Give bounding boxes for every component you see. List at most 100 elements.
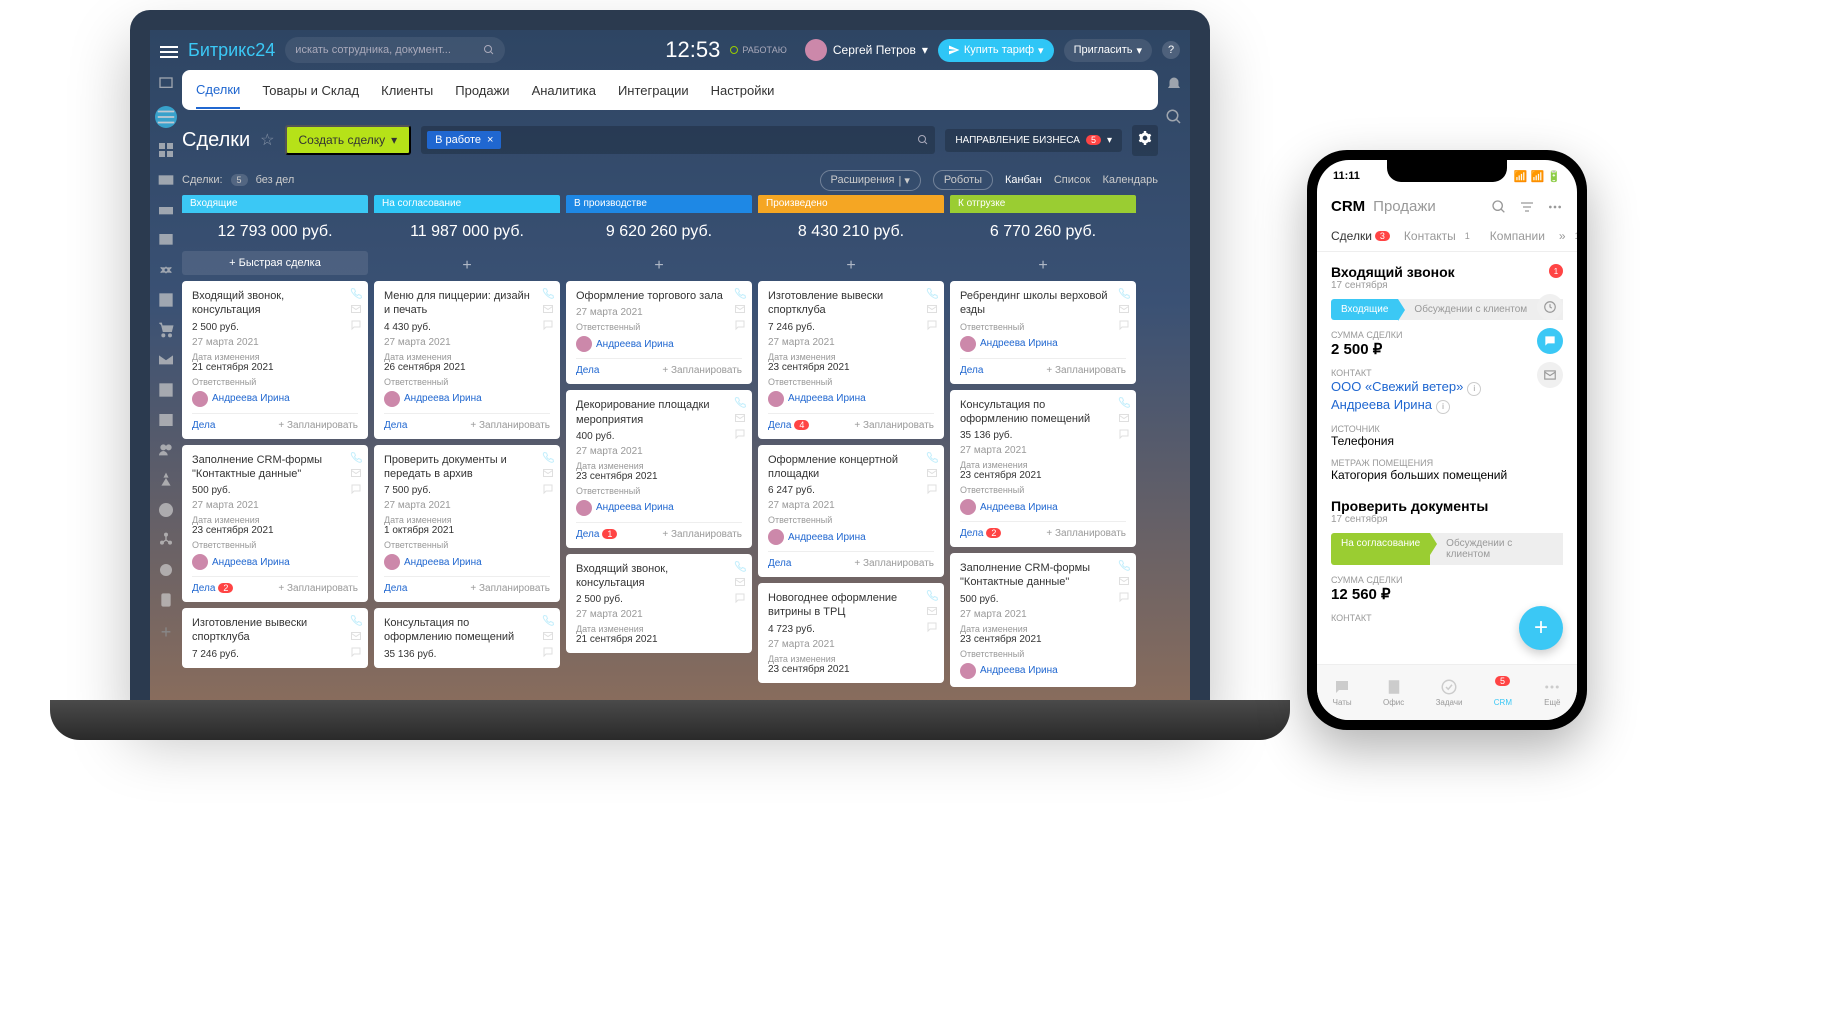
close-icon[interactable]: × <box>487 134 493 146</box>
chat-icon[interactable] <box>1118 428 1130 440</box>
owner-link[interactable]: Андреева Ирина <box>596 339 674 350</box>
work-status[interactable]: РАБОТАЮ <box>730 45 787 55</box>
nav-crm[interactable]: 5CRM <box>1494 678 1512 707</box>
phone-icon[interactable] <box>926 287 938 299</box>
owner-link[interactable]: Андреева Ирина <box>212 557 290 568</box>
info-icon[interactable]: i <box>1436 400 1450 414</box>
deal-card[interactable]: Заполнение CRM-формы "Контактные данные"… <box>950 553 1136 687</box>
chat-icon[interactable] <box>1118 591 1130 603</box>
phone-icon[interactable] <box>542 614 554 626</box>
plan-link[interactable]: + Запланировать <box>854 420 934 431</box>
phone-icon[interactable] <box>542 287 554 299</box>
user-menu[interactable]: Сергей Петров▾ <box>797 39 928 61</box>
mail-icon[interactable] <box>350 303 362 315</box>
buy-tariff-button[interactable]: Купить тариф ▾ <box>938 39 1054 62</box>
owner-link[interactable]: Андреева Ирина <box>788 532 866 543</box>
extensions-button[interactable]: Расширения | ▾ <box>820 170 921 191</box>
column-header[interactable]: Входящие <box>182 195 368 213</box>
filter-input[interactable]: В работе× <box>421 126 935 154</box>
phone-icon[interactable] <box>734 287 746 299</box>
settings-button[interactable] <box>1132 125 1158 156</box>
mail-icon[interactable] <box>734 303 746 315</box>
deal-card[interactable]: Меню для пиццерии: дизайн и печать4 430 … <box>374 281 560 439</box>
menu-icon[interactable] <box>160 43 178 57</box>
info-icon[interactable]: i <box>1467 382 1481 396</box>
plan-link[interactable]: + Запланировать <box>854 558 934 569</box>
bell-icon[interactable] <box>1165 76 1183 94</box>
deal-card[interactable]: Заполнение CRM-формы "Контактные данные"… <box>182 445 368 603</box>
sidebar-item[interactable] <box>158 532 174 548</box>
plan-link[interactable]: + Запланировать <box>1046 365 1126 376</box>
deal-card[interactable]: Изготовление вывески спортклуба7 246 руб… <box>758 281 944 439</box>
mail-icon[interactable] <box>926 605 938 617</box>
phone-icon[interactable] <box>1118 559 1130 571</box>
dela-link[interactable]: Дела <box>768 558 791 569</box>
sidebar-item[interactable] <box>158 382 174 398</box>
phone-icon[interactable] <box>926 589 938 601</box>
deal-card[interactable]: Входящий звонок, консультация2 500 руб.2… <box>182 281 368 439</box>
mail-icon[interactable] <box>926 303 938 315</box>
deal-card[interactable]: Консультация по оформлению помещений35 1… <box>374 608 560 668</box>
fab-add[interactable]: + <box>1519 606 1563 650</box>
view-kanban[interactable]: Канбан <box>1005 174 1042 186</box>
column-header[interactable]: На согласование <box>374 195 560 213</box>
sidebar-item[interactable] <box>158 142 174 158</box>
plan-link[interactable]: + Запланировать <box>662 365 742 376</box>
search-icon[interactable] <box>1491 199 1507 215</box>
tab-clients[interactable]: Клиенты <box>381 73 433 108</box>
owner-link[interactable]: Андреева Ирина <box>212 393 290 404</box>
filter-chip[interactable]: В работе× <box>427 131 501 149</box>
mail-icon[interactable] <box>350 630 362 642</box>
chat-icon[interactable] <box>542 646 554 658</box>
column-header[interactable]: Произведено <box>758 195 944 213</box>
sidebar-item[interactable] <box>158 562 174 578</box>
nav-office[interactable]: Офис <box>1383 678 1404 707</box>
owner-link[interactable]: Андреева Ирина <box>788 393 866 404</box>
sidebar-item[interactable] <box>158 262 174 278</box>
mail-icon[interactable] <box>1118 412 1130 424</box>
dela-link[interactable]: Дела4 <box>768 420 809 431</box>
column-header[interactable]: В производстве <box>566 195 752 213</box>
direction-dropdown[interactable]: НАПРАВЛЕНИЕ БИЗНЕСА5▾ <box>945 129 1122 152</box>
owner-link[interactable]: Андреева Ирина <box>980 502 1058 513</box>
mail-icon[interactable] <box>350 467 362 479</box>
tab-analytics[interactable]: Аналитика <box>532 73 596 108</box>
chat-icon[interactable] <box>926 319 938 331</box>
dela-link[interactable]: Дела <box>192 420 215 431</box>
plan-link[interactable]: + Запланировать <box>470 583 550 594</box>
filter-icon[interactable] <box>1519 199 1535 215</box>
sidebar-item[interactable] <box>158 76 174 92</box>
mail-icon[interactable] <box>926 467 938 479</box>
phone-card[interactable]: Проверить документы 17 сентября На согла… <box>1331 498 1563 623</box>
view-calendar[interactable]: Календарь <box>1102 174 1158 186</box>
chat-icon[interactable] <box>350 319 362 331</box>
sidebar-item[interactable] <box>158 472 174 488</box>
dela-link[interactable]: Дела <box>384 420 407 431</box>
robots-button[interactable]: Роботы <box>933 170 993 190</box>
chat-icon[interactable] <box>350 646 362 658</box>
nav-tasks[interactable]: Задачи <box>1436 678 1463 707</box>
person-link[interactable]: Андреева Ирина <box>1331 397 1432 412</box>
mail-icon[interactable] <box>542 303 554 315</box>
sidebar-item[interactable] <box>158 412 174 428</box>
search-input[interactable]: искать сотрудника, документ... <box>285 37 505 63</box>
sidebar-item[interactable] <box>158 322 174 338</box>
plan-link[interactable]: + Запланировать <box>1046 528 1126 539</box>
sidebar-item[interactable] <box>158 232 174 248</box>
company-link[interactable]: ООО «Свежий ветер» <box>1331 379 1463 394</box>
phone-tab-more[interactable]: »1 <box>1559 229 1577 243</box>
search-icon[interactable] <box>1165 108 1183 126</box>
phone-icon[interactable] <box>926 451 938 463</box>
star-icon[interactable]: ☆ <box>260 130 274 150</box>
sidebar-item[interactable] <box>158 172 174 188</box>
chat-icon[interactable] <box>542 319 554 331</box>
sidebar-item[interactable] <box>158 502 174 518</box>
owner-link[interactable]: Андреева Ирина <box>404 393 482 404</box>
tab-products[interactable]: Товары и Склад <box>262 73 359 108</box>
deal-card[interactable]: Новогоднее оформление витрины в ТРЦ4 723… <box>758 583 944 683</box>
dela-link[interactable]: Дела2 <box>960 528 1001 539</box>
sidebar-item[interactable] <box>158 352 174 368</box>
chat-icon[interactable] <box>350 483 362 495</box>
sidebar-item[interactable] <box>158 442 174 458</box>
quick-deal-button[interactable]: + Быстрая сделка <box>182 251 368 275</box>
